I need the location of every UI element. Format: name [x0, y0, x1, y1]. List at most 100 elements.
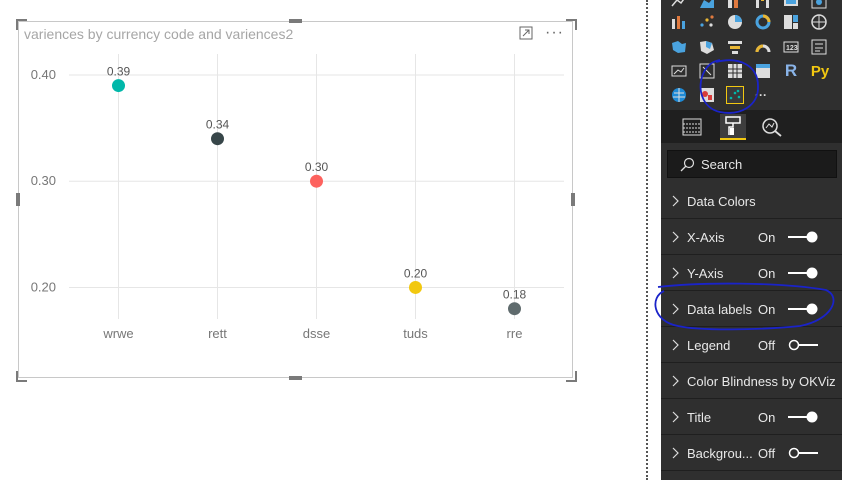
visualizations-pane: 123 R Py ··· Search Data Colors X-Axis On Y…	[661, 0, 842, 480]
donut-chart-icon[interactable]	[754, 13, 772, 31]
bar-chart-icon[interactable]	[670, 13, 688, 31]
scatter-visual[interactable]: variences by currency code and variences…	[18, 21, 573, 378]
format-card-legend[interactable]: Legend Off	[661, 328, 842, 363]
tab-fields[interactable]	[679, 114, 705, 140]
format-card-label: Legend	[687, 338, 731, 353]
format-card-y-axis[interactable]: Y-Axis On	[661, 256, 842, 291]
toggle-switch[interactable]	[787, 303, 819, 315]
scatter-gallery-icon[interactable]	[698, 13, 716, 31]
data-point	[211, 132, 224, 146]
ribbon-chart-icon[interactable]	[726, 0, 744, 10]
scatter-selected-icon[interactable]	[726, 86, 744, 104]
resize-corner-tr[interactable]	[566, 19, 577, 30]
pie-chart-icon[interactable]	[726, 13, 744, 31]
format-card-label: Backgrou...	[687, 446, 753, 461]
data-label: 0.39	[107, 65, 131, 79]
data-label: 0.34	[206, 118, 230, 132]
format-card-title[interactable]: Title On	[661, 400, 842, 435]
waterfall-chart-icon[interactable]	[754, 0, 772, 10]
format-card-data-labels[interactable]: Data labels On	[661, 292, 842, 327]
x-tick-label: wrwe	[102, 326, 133, 341]
data-point	[112, 79, 125, 93]
toggle-switch[interactable]	[787, 231, 819, 243]
visual-gallery: 123 R Py ···	[661, 0, 842, 110]
fields-icon	[682, 118, 702, 136]
more-visuals-icon[interactable]: ···	[752, 86, 770, 104]
multirow-card-icon[interactable]	[810, 38, 828, 56]
pane-divider	[646, 0, 648, 480]
paint-roller-icon	[725, 116, 741, 135]
custom-visual-icon[interactable]	[698, 86, 716, 104]
toggle-state-label: On	[758, 230, 776, 245]
scatter-chart: 0.40 0.30 0.20 wrwe 0.39 rett 0.34 dsse 0.30 tuds…	[31, 54, 564, 341]
svg-text:123: 123	[786, 45, 798, 52]
matrix-icon[interactable]	[754, 62, 772, 80]
table-icon[interactable]	[726, 62, 744, 80]
format-card-label: Title	[687, 410, 712, 425]
search-placeholder: Search	[701, 157, 743, 172]
data-point	[310, 174, 323, 188]
x-tick-label: rett	[208, 326, 227, 341]
chevron-right-icon	[672, 195, 679, 207]
toggle-state-label: Off	[758, 338, 776, 353]
globe-map-icon[interactable]	[810, 13, 828, 31]
y-tick-label: 0.20	[31, 279, 56, 294]
format-card-label: Y-Axis	[687, 266, 724, 281]
filled-map-icon[interactable]	[670, 38, 688, 56]
format-card-label: Data Colors	[687, 194, 756, 209]
arcgis-map-icon[interactable]	[670, 86, 688, 104]
slicer-icon[interactable]	[698, 62, 716, 80]
chevron-right-icon	[672, 303, 679, 315]
format-card-data-colors[interactable]: Data Colors	[661, 184, 842, 219]
chevron-right-icon	[672, 447, 679, 459]
format-card-backgrou[interactable]: Backgrou... Off	[661, 436, 842, 471]
y-tick-label: 0.40	[31, 67, 56, 82]
x-tick-label: dsse	[303, 326, 330, 341]
x-tick-label: rre	[507, 326, 523, 341]
data-label: 0.20	[404, 266, 428, 280]
resize-handle-right[interactable]	[571, 193, 575, 206]
search-input[interactable]: Search	[667, 150, 837, 178]
toggle-switch[interactable]	[787, 267, 819, 279]
funnel-top-icon[interactable]	[782, 0, 800, 10]
area-chart-icon[interactable]	[698, 0, 716, 10]
toggle-state-label: On	[758, 410, 776, 425]
gauge-icon[interactable]	[754, 38, 772, 56]
toggle-switch[interactable]	[787, 339, 819, 351]
resize-handle-top[interactable]	[289, 19, 302, 23]
toggle-switch[interactable]	[787, 411, 819, 423]
funnel-icon[interactable]	[726, 38, 744, 56]
format-card-label: X-Axis	[687, 230, 725, 245]
format-card-label: Data labels	[687, 302, 753, 317]
toggle-state-label: On	[758, 302, 776, 317]
chevron-right-icon	[672, 339, 679, 351]
treemap-icon[interactable]	[782, 13, 800, 31]
shape-map-icon[interactable]	[698, 38, 716, 56]
tab-analytics[interactable]	[759, 114, 785, 140]
format-card-x-axis[interactable]: X-Axis On	[661, 220, 842, 255]
x-tick-label: tuds	[403, 326, 428, 341]
toggle-switch[interactable]	[787, 447, 819, 459]
search-icon	[680, 157, 695, 172]
toggle-state-label: Off	[758, 446, 776, 461]
line-chart-icon[interactable]	[670, 0, 688, 10]
chevron-right-icon	[672, 267, 679, 279]
chevron-right-icon	[672, 411, 679, 423]
tab-format[interactable]	[720, 114, 746, 140]
analytics-icon	[762, 118, 782, 137]
resize-handle-left[interactable]	[16, 193, 20, 206]
y-tick-label: 0.30	[31, 173, 56, 188]
python-visual-icon[interactable]: Py	[808, 62, 832, 80]
chevron-right-icon	[672, 231, 679, 243]
toggle-state-label: On	[758, 266, 776, 281]
resize-corner-tl[interactable]	[16, 19, 27, 30]
data-point	[409, 280, 422, 294]
card-icon[interactable]: 123	[782, 38, 800, 56]
resize-corner-bl[interactable]	[16, 371, 27, 382]
format-card-color-blindness-by-okviz[interactable]: Color Blindness by OKViz	[661, 364, 842, 399]
kpi-icon[interactable]	[670, 62, 688, 80]
matrix-top-icon[interactable]	[810, 0, 828, 10]
resize-handle-bottom[interactable]	[289, 376, 302, 380]
r-visual-icon[interactable]: R	[782, 61, 800, 80]
resize-corner-br[interactable]	[566, 371, 577, 382]
